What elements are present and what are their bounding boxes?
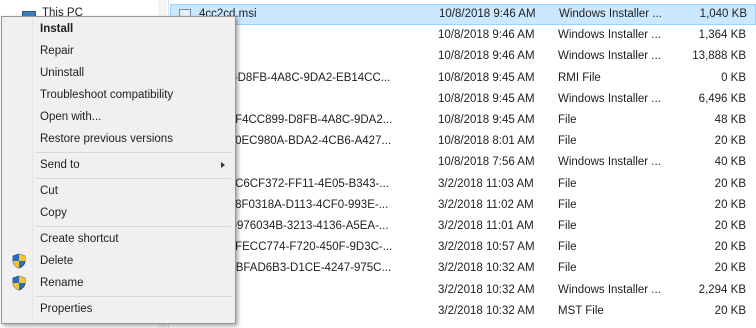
file-size-cell: 2,294 KB: [698, 283, 746, 296]
file-date-cell: 3/2/2018 10:32 AM: [438, 262, 535, 275]
menu-item-label: Rename: [40, 277, 84, 289]
file-size-cell: 1,364 KB: [698, 29, 746, 42]
file-type-cell: File: [558, 135, 577, 148]
menu-item-open-with[interactable]: Open with...: [4, 107, 233, 127]
file-type-cell: File: [558, 241, 577, 254]
menu-item-label: Repair: [40, 45, 74, 57]
file-size-cell: 40 KB: [714, 156, 746, 169]
file-type-cell: File: [558, 114, 577, 126]
menu-item-rename[interactable]: Rename: [4, 273, 233, 293]
file-size-cell: 48 KB: [714, 114, 746, 126]
file-row[interactable]: Hash{5F4CC899-D8FB-4A8C-9DA2... 10/8/2018…: [170, 110, 756, 131]
menu-item-repair[interactable]: Repair: [4, 41, 233, 61]
file-date-cell: 3/2/2018 11:03 AM: [438, 177, 534, 190]
menu-item-label: Copy: [40, 207, 67, 219]
file-row[interactable]: msi10/8/2018 7:56 AMWindows Installer ..…: [170, 152, 756, 173]
file-row[interactable]: Hash{08F0318A-D113-4CF0-993E-... 3/2/2018…: [170, 195, 756, 216]
file-row[interactable]: Hash{60EC980A-BDA2-4CB6-A427... 10/8/2018…: [170, 131, 756, 152]
menu-item-label: Properties: [40, 303, 93, 315]
menu-separator: [36, 178, 231, 179]
file-date-cell: 10/8/2018 9:46 AM: [438, 50, 535, 63]
menu-item-label: Restore previous versions: [40, 133, 173, 145]
context-menu: Install Repair Uninstall Troubleshoot co…: [1, 16, 236, 324]
file-date-cell: 10/8/2018 9:46 AM: [438, 29, 535, 42]
menu-item-label: Open with...: [40, 111, 102, 123]
file-row[interactable]: nst3/2/2018 10:32 AMMST File20 KB: [170, 301, 756, 322]
file-type-cell: MST File: [558, 304, 604, 317]
file-date-cell: 10/8/2018 9:46 AM: [439, 8, 536, 20]
submenu-arrow-icon: [221, 162, 225, 168]
file-row[interactable]: Hash{9FECC774-F720-450F-9D3C-... 3/2/2018…: [170, 237, 756, 258]
file-row[interactable]: msi3/2/2018 10:32 AMWindows Installer ..…: [170, 280, 756, 301]
file-size-cell: 0 KB: [721, 71, 746, 84]
menu-item-label: Uninstall: [40, 67, 85, 79]
file-size-cell: 20 KB: [714, 262, 746, 275]
file-size-cell: 1,040 KB: [699, 8, 747, 20]
menu-item-label: Create shortcut: [40, 233, 119, 245]
uac-shield-icon: [12, 275, 26, 291]
menu-item-delete[interactable]: Delete: [4, 251, 233, 271]
file-type-cell: File: [558, 198, 577, 211]
file-date-cell: 3/2/2018 11:02 AM: [438, 198, 534, 211]
file-type-cell: RMI File: [558, 71, 601, 84]
file-size-cell: 20 KB: [714, 177, 746, 190]
menu-item-install[interactable]: Install: [4, 19, 233, 39]
file-row[interactable]: Hash{6C6CF372-FF11-4E05-B343-... 3/2/2018…: [170, 174, 756, 195]
file-size-cell: 20 KB: [714, 241, 746, 254]
file-row[interactable]: msi10/8/2018 9:46 AMWindows Installer ..…: [170, 46, 756, 67]
file-type-cell: File: [558, 220, 577, 232]
file-type-cell: Windows Installer ...: [559, 8, 662, 20]
menu-item-cut[interactable]: Cut: [4, 181, 233, 201]
file-date-cell: 10/8/2018 9:45 AM: [438, 71, 535, 84]
file-type-cell: Windows Installer ...: [558, 156, 661, 169]
file-type-cell: File: [558, 262, 577, 275]
menu-item-properties[interactable]: Properties: [4, 299, 233, 319]
menu-item-label: Troubleshoot compatibility: [40, 89, 174, 101]
file-row[interactable]: msi10/8/2018 9:45 AMWindows Installer ..…: [170, 89, 756, 110]
file-row[interactable]: Hash{FBFAD6B3-D1CE-4247-975C... 3/2/2018 …: [170, 258, 756, 279]
menu-item-uninstall[interactable]: Uninstall: [4, 63, 233, 83]
menu-separator: [36, 226, 231, 227]
file-type-cell: Windows Installer ...: [558, 29, 661, 42]
menu-item-label: Send to: [40, 159, 80, 171]
menu-item-troubleshoot-compatibility[interactable]: Troubleshoot compatibility: [4, 85, 233, 105]
file-date-cell: 10/8/2018 7:56 AM: [438, 156, 535, 169]
file-row[interactable]: CC899-D8FB-4A8C-9DA2-EB14CC... 10/8/2018 …: [170, 68, 756, 89]
file-size-cell: 20 KB: [714, 135, 746, 148]
menu-item-create-shortcut[interactable]: Create shortcut: [4, 229, 233, 249]
file-type-cell: File: [558, 177, 577, 190]
file-row[interactable]: msi10/8/2018 9:46 AMWindows Installer ..…: [170, 25, 756, 46]
file-size-cell: 20 KB: [714, 304, 746, 317]
menu-separator: [36, 152, 231, 153]
file-row[interactable]: Hash{D976034B-3213-4136-A5EA-... 3/2/2018…: [170, 216, 756, 237]
menu-separator: [36, 296, 231, 297]
file-type-cell: Windows Installer ...: [558, 50, 661, 63]
menu-item-copy[interactable]: Copy: [4, 203, 233, 223]
file-type-cell: Windows Installer ...: [558, 283, 661, 296]
file-date-cell: 3/2/2018 11:01 AM: [438, 220, 534, 232]
file-size-cell: 13,888 KB: [692, 50, 746, 63]
menu-item-label: Cut: [40, 185, 58, 197]
file-size-cell: 6,496 KB: [698, 92, 746, 105]
file-size-cell: 20 KB: [714, 198, 746, 211]
file-row[interactable]: 4cc2cd.msi 10/8/2018 9:46 AM Windows Insta…: [170, 4, 756, 25]
file-date-cell: 10/8/2018 8:01 AM: [438, 135, 535, 148]
file-type-cell: Windows Installer ...: [558, 92, 661, 105]
file-list: 4cc2cd.msi 10/8/2018 9:46 AM Windows Insta…: [170, 0, 756, 328]
menu-item-label: Install: [40, 23, 74, 35]
uac-shield-icon: [12, 253, 26, 269]
file-date-cell: 10/8/2018 9:45 AM: [438, 92, 535, 105]
menu-item-send-to[interactable]: Send to: [4, 155, 233, 175]
menu-item-label: Delete: [40, 255, 74, 267]
file-size-cell: 20 KB: [714, 220, 746, 232]
file-date-cell: 3/2/2018 10:32 AM: [438, 283, 535, 296]
file-date-cell: 3/2/2018 10:32 AM: [438, 304, 535, 317]
file-date-cell: 3/2/2018 10:57 AM: [438, 241, 535, 254]
menu-item-restore-previous-versions[interactable]: Restore previous versions: [4, 129, 233, 149]
file-date-cell: 10/8/2018 9:45 AM: [438, 114, 535, 126]
